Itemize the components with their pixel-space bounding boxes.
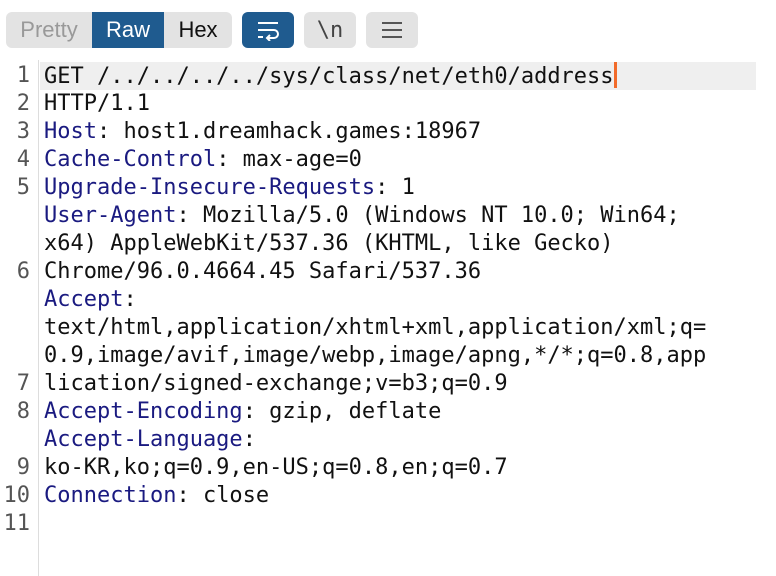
menu-button[interactable] bbox=[366, 12, 418, 48]
line-number: 10 bbox=[3, 483, 31, 508]
raw-request-editor[interactable]: 1 2 3 4 5 6 7 8 9 10 11 GET /../../../..… bbox=[0, 60, 776, 576]
header-value: : host1.dreamhack.games:18967 bbox=[96, 119, 482, 144]
header-line-cache-control[interactable]: Cache-Control: max-age=0 bbox=[44, 146, 362, 174]
request-line[interactable]: GET /../../../../sys/class/net/eth0/addr… bbox=[44, 62, 617, 90]
header-value: : gzip, deflate bbox=[242, 399, 442, 424]
header-key: Accept bbox=[44, 287, 124, 312]
line-number: 8 bbox=[16, 399, 30, 424]
header-continuation[interactable]: 0.9,image/avif,image/webp,image/apng,*/*… bbox=[44, 342, 706, 370]
header-value: : 1 bbox=[375, 175, 415, 200]
header-value: : bbox=[123, 287, 137, 312]
header-line-connection[interactable]: Connection: close bbox=[44, 482, 269, 510]
header-value: : max-age=0 bbox=[216, 147, 362, 172]
header-key: Accept-Encoding bbox=[44, 399, 243, 424]
header-key: User-Agent bbox=[44, 203, 177, 228]
header-value: : Mozilla/5.0 (Windows NT 10.0; Win64; bbox=[176, 203, 680, 228]
header-value: Chrome/96.0.4664.45 Safari/537.36 bbox=[44, 259, 482, 284]
pretty-view-button[interactable]: Pretty bbox=[6, 12, 92, 48]
word-wrap-button[interactable] bbox=[242, 12, 294, 48]
header-key: Host bbox=[44, 119, 97, 144]
line-number: 5 bbox=[16, 175, 30, 200]
hamburger-menu-icon bbox=[382, 22, 402, 38]
header-key: Cache-Control bbox=[44, 147, 217, 172]
header-value: lication/signed-exchange;v=b3;q=0.9 bbox=[44, 371, 508, 396]
line-number: 11 bbox=[3, 511, 31, 536]
gutter-divider bbox=[38, 60, 39, 576]
header-continuation[interactable]: ko-KR,ko;q=0.9,en-US;q=0.8,en;q=0.7 bbox=[44, 454, 508, 482]
word-wrap-icon bbox=[258, 22, 279, 41]
header-value: : bbox=[242, 427, 256, 452]
header-line-upgrade-insecure-requests[interactable]: Upgrade-Insecure-Requests: 1 bbox=[44, 174, 415, 202]
header-line-accept[interactable]: Accept: bbox=[44, 286, 137, 314]
header-key: Connection bbox=[44, 483, 177, 508]
line-number: 6 bbox=[16, 259, 30, 284]
header-line-accept-language[interactable]: Accept-Language: bbox=[44, 426, 256, 454]
header-line-host[interactable]: Host: host1.dreamhack.games:18967 bbox=[44, 118, 481, 146]
line-number: 4 bbox=[16, 147, 30, 172]
header-value: x64) AppleWebKit/537.36 (KHTML, like Gec… bbox=[44, 231, 614, 256]
protocol-line[interactable]: HTTP/1.1 bbox=[44, 90, 150, 118]
header-continuation[interactable]: x64) AppleWebKit/537.36 (KHTML, like Gec… bbox=[44, 230, 614, 258]
raw-view-button[interactable]: Raw bbox=[92, 12, 164, 48]
header-value: text/html,application/xhtml+xml,applicat… bbox=[44, 315, 707, 340]
protocol-text: HTTP/1.1 bbox=[44, 91, 150, 116]
line-number: 2 bbox=[16, 91, 30, 116]
header-key: Accept-Language bbox=[44, 427, 243, 452]
hex-view-button[interactable]: Hex bbox=[164, 12, 232, 48]
header-continuation[interactable]: text/html,application/xhtml+xml,applicat… bbox=[44, 314, 706, 342]
request-line-text: GET /../../../../sys/class/net/eth0/addr… bbox=[44, 64, 614, 89]
header-continuation[interactable]: lication/signed-exchange;v=b3;q=0.9 bbox=[44, 370, 508, 398]
header-value: ko-KR,ko;q=0.9,en-US;q=0.8,en;q=0.7 bbox=[44, 455, 508, 480]
header-continuation[interactable]: Chrome/96.0.4664.45 Safari/537.36 bbox=[44, 258, 481, 286]
header-line-user-agent[interactable]: User-Agent: Mozilla/5.0 (Windows NT 10.0… bbox=[44, 202, 680, 230]
view-mode-toggle: Pretty Raw Hex bbox=[6, 12, 232, 48]
line-number: 7 bbox=[16, 371, 30, 396]
header-line-accept-encoding[interactable]: Accept-Encoding: gzip, deflate bbox=[44, 398, 441, 426]
line-number: 1 bbox=[16, 63, 30, 88]
show-newlines-button[interactable]: \n bbox=[304, 12, 356, 48]
message-editor-toolbar: Pretty Raw Hex \n bbox=[0, 0, 776, 60]
header-value: 0.9,image/avif,image/webp,image/apng,*/*… bbox=[44, 343, 707, 368]
line-number: 3 bbox=[16, 119, 30, 144]
line-number: 9 bbox=[16, 455, 30, 480]
text-cursor bbox=[613, 62, 617, 88]
header-value: : close bbox=[176, 483, 270, 508]
header-key: Upgrade-Insecure-Requests bbox=[44, 175, 376, 200]
